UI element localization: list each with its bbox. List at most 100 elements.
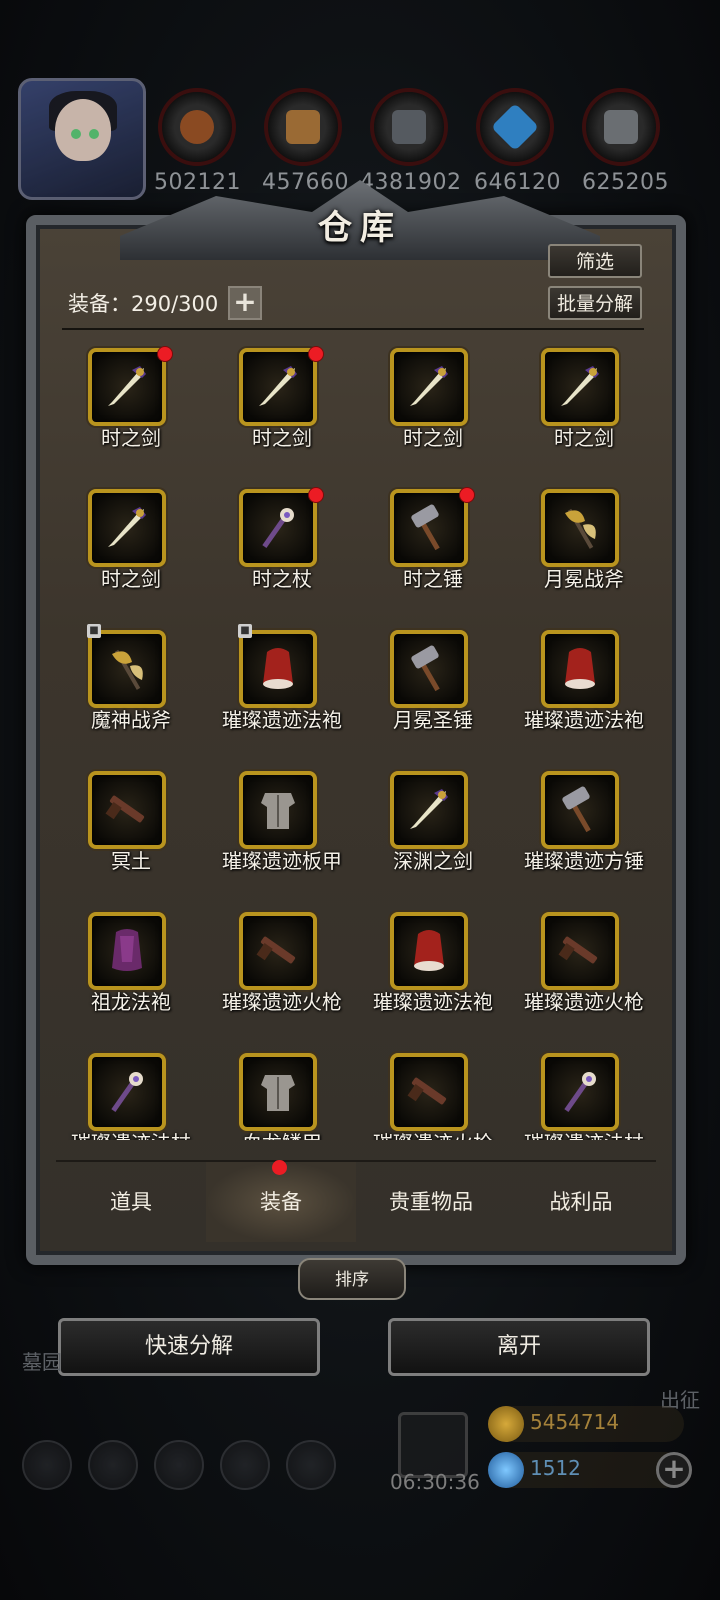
sword-icon [102,503,152,553]
gem-row: 1512 [488,1452,684,1488]
item-slot[interactable] [88,489,166,567]
item-cell[interactable]: 冥土 [56,763,206,903]
item-slot[interactable] [88,630,166,708]
item-cell[interactable]: ■ 璀璨遗迹法袍 [207,622,357,762]
gift-icon[interactable] [398,1412,468,1478]
item-slot[interactable] [88,348,166,426]
gun-icon [555,926,605,976]
item-slot[interactable] [88,771,166,849]
sort-button[interactable]: 排序 [298,1258,406,1300]
resource-iron-bar[interactable] [370,88,448,166]
chat-icon[interactable] [286,1440,336,1490]
robe2-icon [102,926,152,976]
lock-icon: ■ [238,624,252,638]
item-slot[interactable] [239,348,317,426]
armor-icon [253,1067,303,1117]
add-currency-button[interactable]: + [656,1452,692,1488]
item-cell[interactable]: ■ 魔神战斧 [56,622,206,762]
item-slot[interactable] [541,771,619,849]
item-slot[interactable] [541,912,619,990]
resource-wood-log[interactable] [158,88,236,166]
item-slot[interactable] [390,912,468,990]
item-cell[interactable]: 时之剑 [509,340,656,480]
leave-button[interactable]: 离开 [388,1318,650,1376]
resource-value: 646120 [474,170,561,195]
item-slot[interactable] [541,1053,619,1131]
item-slot[interactable] [239,1053,317,1131]
hammer-icon [404,644,454,694]
item-cell[interactable]: 璀璨遗迹法杖 [56,1045,206,1140]
item-slot[interactable] [390,771,468,849]
item-name: 璀璨遗迹法袍 [373,990,493,1014]
item-slot[interactable] [390,630,468,708]
item-slot[interactable] [239,912,317,990]
panel-title: 仓库 [318,208,402,248]
item-cell[interactable]: 璀璨遗迹火枪 [358,1045,508,1140]
tab-loot[interactable]: 战利品 [506,1162,656,1242]
item-cell[interactable]: 璀璨遗迹法袍 [509,622,656,762]
batch-decompose-button[interactable]: 批量分解 [548,286,642,320]
item-slot[interactable] [390,489,468,567]
item-slot[interactable] [239,630,317,708]
robe-icon [404,926,454,976]
mail-icon[interactable] [220,1440,270,1490]
item-cell[interactable]: 祖龙法袍 [56,904,206,1044]
item-slot[interactable] [541,348,619,426]
item-slot[interactable] [390,1053,468,1131]
staff-icon [555,1067,605,1117]
tab-items[interactable]: 道具 [56,1162,206,1242]
item-slot[interactable] [239,771,317,849]
item-name: 时之锤 [403,567,463,591]
item-cell[interactable]: 璀璨遗迹方锤 [509,763,656,903]
item-slot[interactable] [390,348,468,426]
item-cell[interactable]: 月冕战斧 [509,481,656,621]
item-cell[interactable]: 璀璨遗迹法杖 [509,1045,656,1140]
resource-steel-bar[interactable] [582,88,660,166]
gun-icon [404,1067,454,1117]
axe-icon [555,503,605,553]
item-name: 时之剑 [403,426,463,450]
item-name: 璀璨遗迹方锤 [524,849,644,873]
item-cell[interactable]: 璀璨遗迹火枪 [207,904,357,1044]
item-cell[interactable]: 璀璨遗迹板甲 [207,763,357,903]
settings-icon[interactable] [22,1440,72,1490]
item-slot[interactable] [541,630,619,708]
gun-icon [253,926,303,976]
item-cell[interactable]: 血龙鳞甲 [207,1045,357,1140]
item-cell[interactable]: 时之杖 [207,481,357,621]
item-name: 时之剑 [101,426,161,450]
star-icon[interactable] [88,1440,138,1490]
resource-plank[interactable] [264,88,342,166]
item-cell[interactable]: 璀璨遗迹火枪 [509,904,656,1044]
item-cell[interactable]: 时之剑 [56,340,206,480]
item-cell[interactable]: 时之剑 [358,340,508,480]
item-cell[interactable]: 时之剑 [56,481,206,621]
gold-coin-icon [488,1406,524,1442]
item-cell[interactable]: 璀璨遗迹法袍 [358,904,508,1044]
item-name: 璀璨遗迹火枪 [524,990,644,1014]
resource-value: 502121 [154,170,241,195]
axe-icon [102,644,152,694]
gem-value: 1512 [530,1456,581,1480]
avatar-face [55,99,111,161]
avatar-eye-left [71,129,81,139]
item-cell[interactable]: 月冕圣锤 [358,622,508,762]
item-slot[interactable] [541,489,619,567]
quick-decompose-button[interactable]: 快速分解 [58,1318,320,1376]
player-avatar[interactable] [18,78,146,200]
item-cell[interactable]: 深渊之剑 [358,763,508,903]
expand-capacity-button[interactable]: + [228,286,262,320]
resource-value: 625205 [582,170,669,195]
item-name: 时之剑 [101,567,161,591]
item-slot[interactable] [88,1053,166,1131]
resource-crystal[interactable] [476,88,554,166]
map-icon[interactable] [154,1440,204,1490]
item-slot[interactable] [88,912,166,990]
filter-button[interactable]: 筛选 [548,244,642,278]
item-cell[interactable]: 时之剑 [207,340,357,480]
avatar-eye-right [89,129,99,139]
tab-valuables[interactable]: 贵重物品 [356,1162,506,1242]
item-cell[interactable]: 时之锤 [358,481,508,621]
gift-timer: 06:30:36 [390,1470,480,1494]
item-slot[interactable] [239,489,317,567]
